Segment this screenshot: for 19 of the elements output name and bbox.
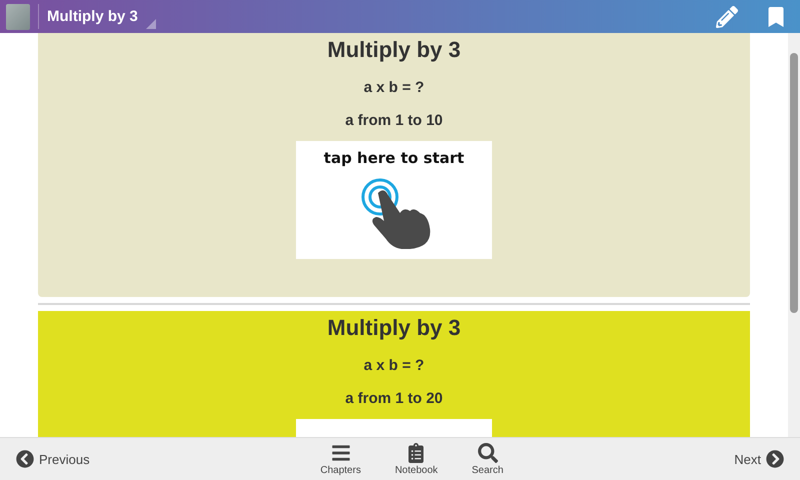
toolbar-tab[interactable]: Search xyxy=(472,442,504,476)
next-button[interactable]: Next xyxy=(728,449,790,469)
right-arrow-icon xyxy=(766,450,784,468)
card-title: Multiply by 3 xyxy=(327,315,461,341)
formula-text: a x b = ? xyxy=(364,357,424,374)
clipboard-icon xyxy=(406,442,426,462)
toolbar-tab[interactable]: Notebook xyxy=(394,442,438,476)
search-icon xyxy=(478,442,498,462)
formula-text: a x b = ? xyxy=(364,79,424,96)
toolbar-tab[interactable]: Chapters xyxy=(320,442,361,476)
left-arrow-icon xyxy=(16,450,34,468)
range-text: a from 1 to 10 xyxy=(345,112,443,129)
range-text: a from 1 to 20 xyxy=(345,390,443,407)
card-title: Multiply by 3 xyxy=(327,37,461,63)
start-button[interactable]: tap here to start xyxy=(296,141,492,259)
book-cover-icon[interactable] xyxy=(6,4,30,30)
scrollbar-thumb[interactable] xyxy=(790,53,798,313)
previous-button[interactable]: Previous xyxy=(10,449,96,469)
menu-icon xyxy=(330,442,351,462)
